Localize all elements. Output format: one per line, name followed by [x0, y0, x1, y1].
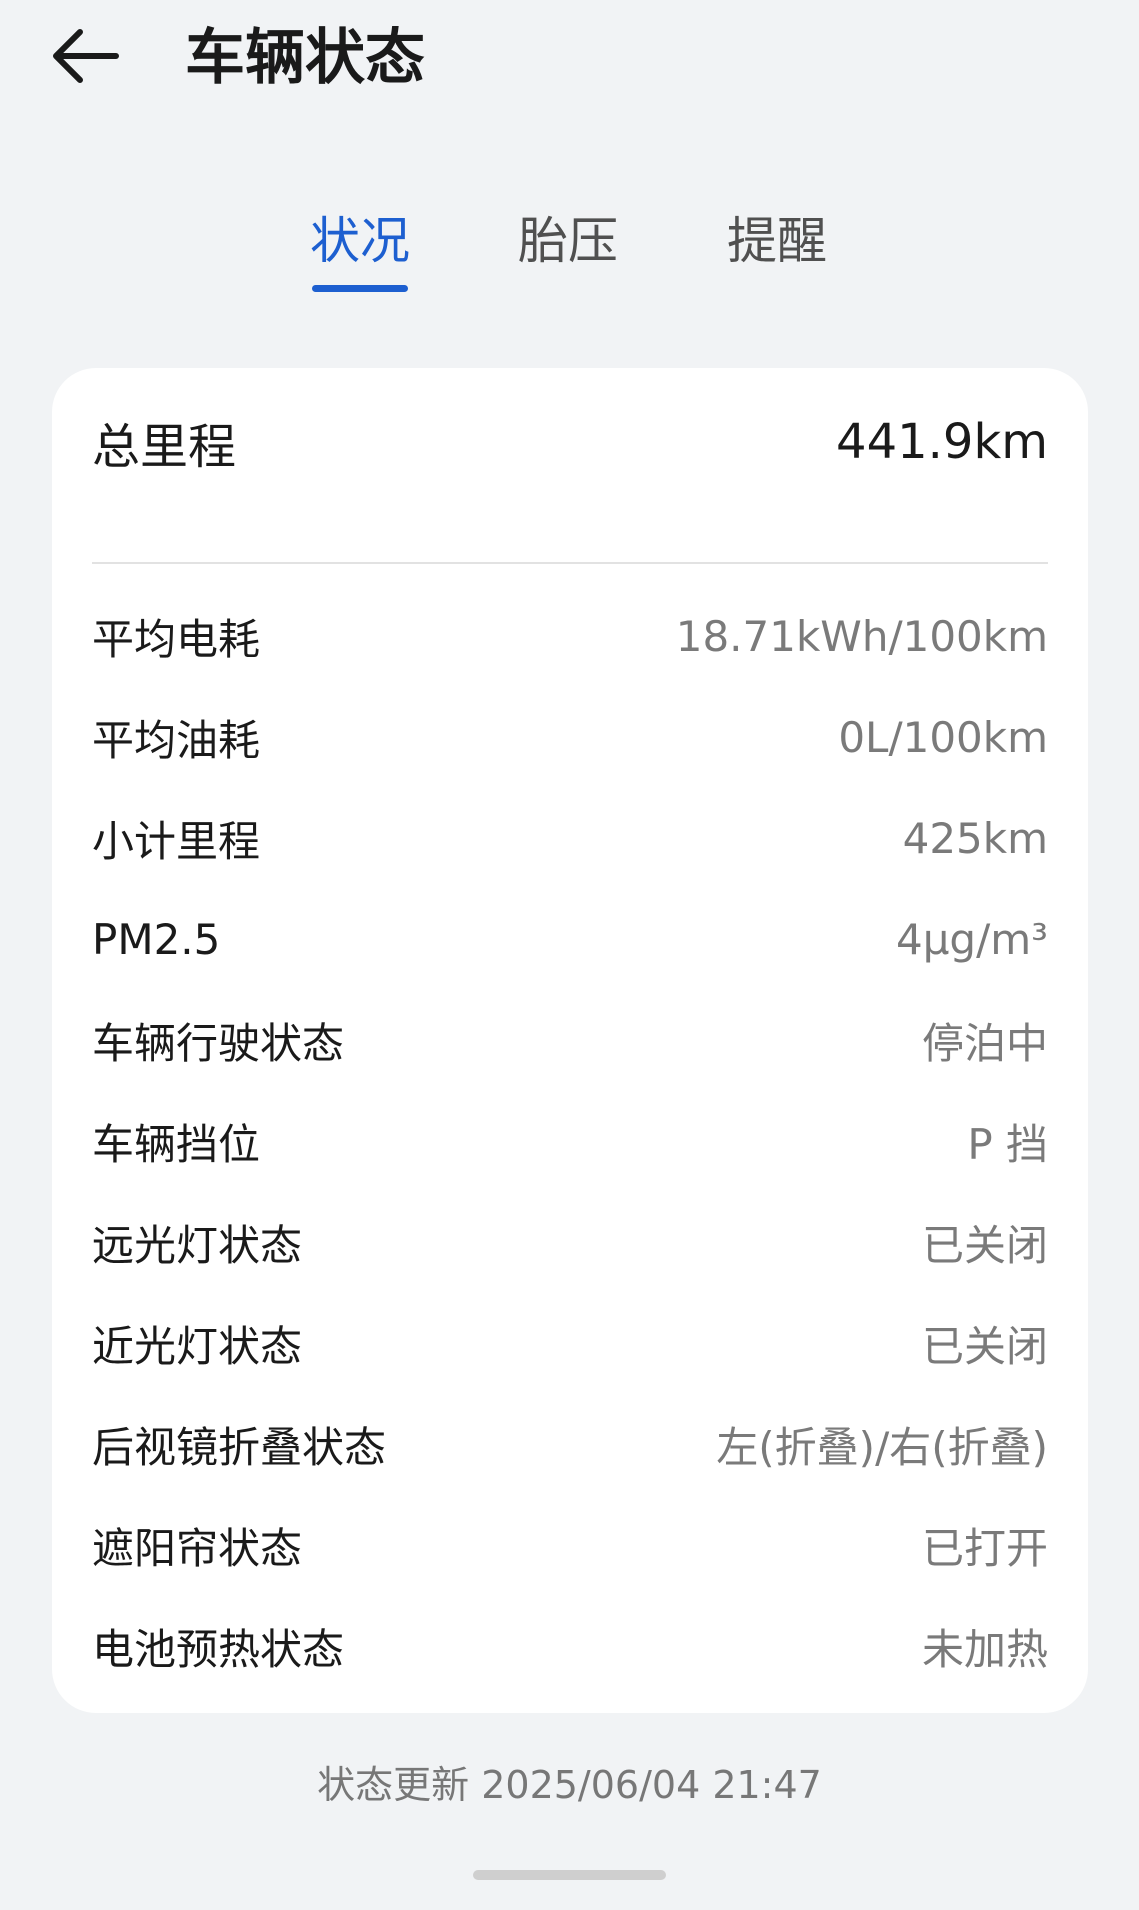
status-row-low-beam: 近光灯状态 已关闭: [92, 1313, 1048, 1373]
tab-tire-pressure[interactable]: 胎压: [518, 205, 618, 277]
status-value: 已关闭: [921, 1321, 1048, 1371]
status-label: 远光灯状态: [92, 1220, 303, 1270]
status-value: 未加热: [921, 1624, 1048, 1674]
status-update-text: 状态更新 2025/06/04 21:47: [317, 1763, 822, 1807]
status-value: 停泊中: [921, 1018, 1048, 1068]
total-mileage-value: 441.9km: [836, 414, 1048, 470]
home-indicator[interactable]: [473, 1870, 666, 1880]
tab-tire-pressure-label: 胎压: [518, 212, 618, 270]
status-row-mirror-fold: 后视镜折叠状态 左(折叠)/右(折叠): [92, 1414, 1048, 1474]
status-row-driving-state: 车辆行驶状态 停泊中: [92, 1010, 1048, 1070]
status-row-high-beam: 远光灯状态 已关闭: [92, 1212, 1048, 1272]
status-label: 车辆挡位: [92, 1119, 261, 1169]
status-row-sunshade: 遮阳帘状态 已打开: [92, 1515, 1048, 1575]
status-value: 425km: [902, 813, 1048, 863]
status-value: 0L/100km: [838, 712, 1048, 762]
status-value: 已打开: [921, 1523, 1048, 1573]
status-row-avg-fuel: 平均油耗 0L/100km: [92, 707, 1048, 767]
status-label: 后视镜折叠状态: [92, 1422, 387, 1472]
arrow-left-icon[interactable]: [50, 26, 120, 90]
status-row-avg-power: 平均电耗 18.71kWh/100km: [92, 606, 1048, 666]
total-mileage-row: 总里程 441.9km: [92, 406, 1048, 478]
status-label: 遮阳帘状态: [92, 1523, 303, 1573]
status-label: 近光灯状态: [92, 1321, 303, 1371]
status-label: PM2.5: [92, 914, 221, 964]
tab-bar: 状况 胎压 提醒: [0, 205, 1139, 295]
status-label: 平均电耗: [92, 614, 261, 664]
divider: [92, 562, 1048, 564]
status-label: 车辆行驶状态: [92, 1018, 345, 1068]
status-row-trip-mileage: 小计里程 425km: [92, 808, 1048, 868]
back-button[interactable]: [50, 18, 140, 98]
status-row-pm25: PM2.5 4μg/m³: [92, 909, 1048, 969]
vehicle-status-card: 总里程 441.9km 平均电耗 18.71kWh/100km 平均油耗 0L/…: [52, 368, 1088, 1713]
active-tab-indicator: [312, 285, 408, 292]
status-label: 小计里程: [92, 816, 261, 866]
status-value: 18.71kWh/100km: [675, 611, 1048, 661]
status-label: 电池预热状态: [92, 1624, 345, 1674]
status-label: 平均油耗: [92, 715, 261, 765]
tab-reminders[interactable]: 提醒: [727, 205, 827, 277]
page-title: 车辆状态: [185, 23, 425, 93]
status-row-battery-preheat: 电池预热状态 未加热: [92, 1616, 1048, 1676]
tab-status-label: 状况: [310, 212, 410, 270]
status-row-gear: 车辆挡位 P 挡: [92, 1111, 1048, 1171]
status-value: 已关闭: [921, 1220, 1048, 1270]
tab-status[interactable]: 状况: [310, 205, 410, 292]
status-value: 4μg/m³: [895, 914, 1048, 964]
total-mileage-label: 总里程: [92, 419, 237, 475]
status-value: 左(折叠)/右(折叠): [716, 1422, 1048, 1472]
tab-reminders-label: 提醒: [727, 212, 827, 270]
app-header: 车辆状态: [0, 0, 1139, 120]
status-value: P 挡: [967, 1119, 1048, 1169]
